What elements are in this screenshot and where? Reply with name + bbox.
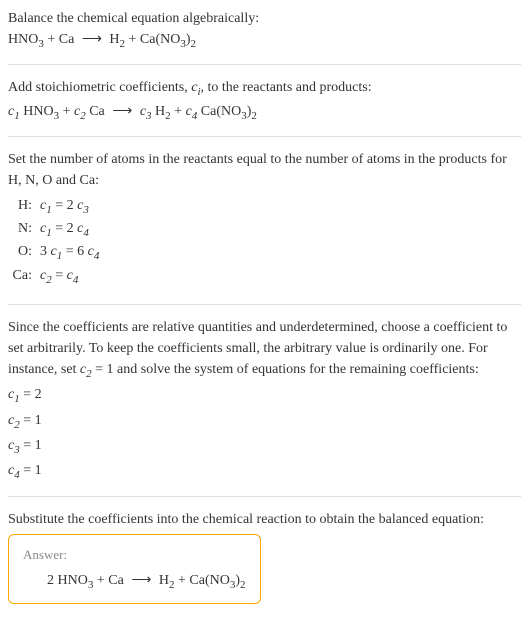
plus: + bbox=[44, 32, 59, 47]
solution-line: c2 = 1 bbox=[8, 410, 521, 433]
atom-label: Ca: bbox=[8, 265, 40, 288]
table-row: Ca: c2 = c4 bbox=[8, 265, 105, 288]
section-stoichiometric: Add stoichiometric coefficients, ci, to … bbox=[8, 64, 521, 136]
arrow-icon: ⟶ bbox=[108, 104, 136, 119]
atom-label: H: bbox=[8, 195, 40, 218]
reactant-2: Ca bbox=[59, 32, 75, 47]
stoich-intro: Add stoichiometric coefficients, ci, to … bbox=[8, 77, 521, 100]
atom-eq: 3 c1 = 6 c4 bbox=[40, 241, 105, 264]
arrow-icon: ⟶ bbox=[127, 573, 155, 588]
atom-label: N: bbox=[8, 218, 40, 241]
answer-box: Answer: 2 HNO3 + Ca ⟶ H2 + Ca(NO3)2 bbox=[8, 534, 261, 605]
problem-intro: Balance the chemical equation algebraica… bbox=[8, 8, 521, 29]
answer-equation: 2 HNO3 + Ca ⟶ H2 + Ca(NO3)2 bbox=[23, 570, 246, 593]
reactant-1: HNO3 bbox=[8, 32, 44, 47]
arrow-icon: ⟶ bbox=[78, 32, 106, 47]
answer-intro: Substitute the coefficients into the che… bbox=[8, 509, 521, 530]
atom-eq: c1 = 2 c3 bbox=[40, 195, 105, 218]
problem-equation: HNO3 + Ca ⟶ H2 + Ca(NO3)2 bbox=[8, 29, 521, 52]
atoms-intro: Set the number of atoms in the reactants… bbox=[8, 149, 521, 191]
solution-line: c4 = 1 bbox=[8, 460, 521, 483]
section-solve: Since the coefficients are relative quan… bbox=[8, 304, 521, 495]
table-row: H: c1 = 2 c3 bbox=[8, 195, 105, 218]
table-row: O: 3 c1 = 6 c4 bbox=[8, 241, 105, 264]
product-2: Ca(NO3)2 bbox=[140, 32, 196, 47]
stoich-equation: c1 HNO3 + c2 Ca ⟶ c3 H2 + c4 Ca(NO3)2 bbox=[8, 101, 521, 124]
table-row: N: c1 = 2 c4 bbox=[8, 218, 105, 241]
section-atoms: Set the number of atoms in the reactants… bbox=[8, 136, 521, 304]
answer-label: Answer: bbox=[23, 545, 246, 571]
atom-label: O: bbox=[8, 241, 40, 264]
solution-line: c1 = 2 bbox=[8, 384, 521, 407]
section-answer: Substitute the coefficients into the che… bbox=[8, 496, 521, 617]
coeff-symbol: ci bbox=[191, 80, 200, 95]
product-1: H2 bbox=[109, 32, 125, 47]
atom-equations-table: H: c1 = 2 c3 N: c1 = 2 c4 O: 3 c1 = 6 c4… bbox=[8, 195, 105, 288]
solution-line: c3 = 1 bbox=[8, 435, 521, 458]
solve-intro: Since the coefficients are relative quan… bbox=[8, 317, 521, 382]
plus: + bbox=[125, 32, 140, 47]
atom-eq: c2 = c4 bbox=[40, 265, 105, 288]
section-problem: Balance the chemical equation algebraica… bbox=[8, 8, 521, 64]
atom-eq: c1 = 2 c4 bbox=[40, 218, 105, 241]
